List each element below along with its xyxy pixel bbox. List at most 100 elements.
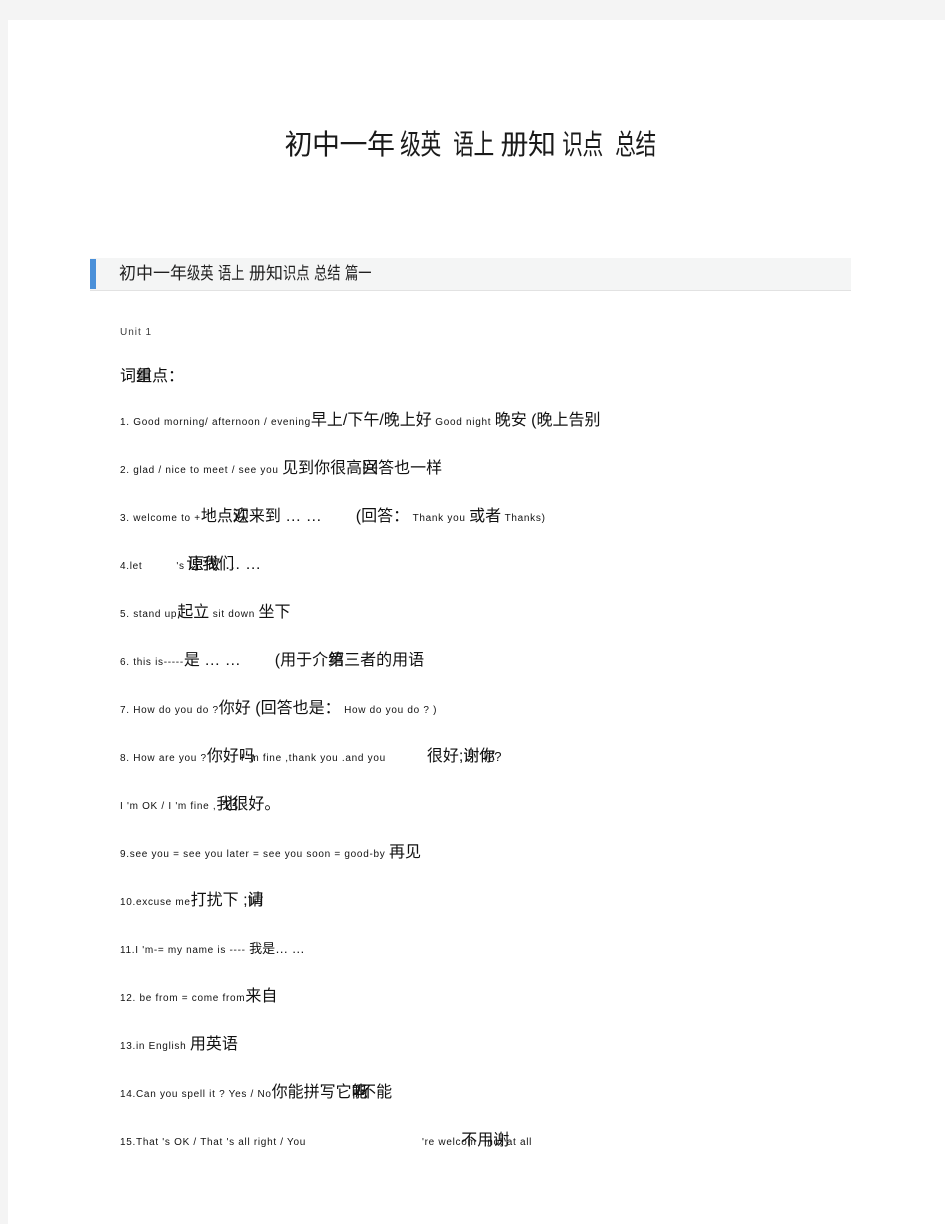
item-number: 13. [120,1041,137,1052]
section-header-band: 初中一年级英 语上 册知识点 总结 篇一 [90,258,851,291]
document-title-overlap-b: 语上 [453,129,495,160]
section-title-tail: 总结 [314,264,341,283]
section-title: 初中一年级英 语上 册知识点 总结 篇一 [119,262,376,286]
section-title-suffix: 篇一 [345,264,372,283]
section-title-overlap-a: 级英 [187,264,214,283]
document-title-tail: 总结 [614,129,656,160]
list-item: 9.see you = see you later = see you soon… [120,844,880,862]
item-chinese-2: 问 [247,892,264,909]
list-item: 12. be from = come from来自 [120,988,880,1006]
item-english-lead: this is----- [133,657,184,668]
section-heading: 词组重点： [120,368,185,385]
list-item: 15.That 's OK / That 's all right / You '… [120,1132,533,1149]
item-number: 3. [120,513,130,524]
item-chinese-3: 呢? [481,749,502,764]
item-chinese-1: 用英语 [189,1036,238,1053]
section-title-overlap-b: 语上 [218,264,245,283]
list-item: 10.excuse me打扰下 ;请问 [120,892,264,909]
item-english-lead: stand up [133,609,178,620]
item-english-mid: 're welc [422,1137,462,1148]
item-number: 1. [120,417,130,428]
item-number: 9. [120,849,130,860]
list-item: 3. welcome to +地点欢迎来到 … … (回答： Thank you … [120,508,546,525]
item-english-mid: How do you do ? ) [344,705,438,716]
item-english-lead: How do you do ? [133,705,219,716]
section-heading-b: 重点： [136,368,185,385]
item-chinese-3: 第三者的用语 [328,652,425,669]
list-item: 5. stand up起立 sit down 坐下 [120,604,880,622]
item-english-lead: see you = see you later = see you soon =… [129,849,386,860]
list-item: 1. Good morning/ afternoon / evening早上/下… [120,412,880,430]
item-chinese-1: 早上/下午/晚上好 [310,412,432,429]
item-chinese-2: 很好。 [232,796,281,813]
document-page: 初中一年 级英 语上 册知 识点 总结 初中一年级英 语上 册知识点 总结 篇一 Unit 1 词… [8,20,945,1224]
item-english-tail: Thanks) [504,513,546,524]
item-english-lead: in English [136,1041,187,1052]
list-item: 8. How are you ?你好吗I 'm fine ,thank you … [120,748,502,765]
item-chinese-1: 打扰下 ; [190,892,248,909]
item-english-mid: sit down [212,609,255,620]
list-item: 13.in English 用英语 [120,1036,880,1054]
section-title-mid: 册知 [249,264,283,283]
item-chinese-1: 再见 [388,844,421,861]
document-title-overlap-c: 识点 [561,129,603,160]
item-english-lead: That 's OK / That 's all right / You [136,1137,307,1148]
list-item: 11.I 'm-= my name is ---- 我是… … [120,942,880,958]
item-chinese-1: 我是… … [249,941,305,956]
item-chinese-2: 做 … … [204,556,262,573]
list-item: 6. this is-----是 … … (用于介绍第三者的用语 [120,652,425,669]
item-english-lead: glad / nice to meet / see you [133,465,279,476]
document-title-overlap-a: 级英 [400,129,442,160]
item-chinese-2: (用于介 [274,652,329,669]
item-chinese-2: 坐下 [258,604,291,621]
item-english-lead: welcome to + [133,513,201,524]
item-chinese-1: 是 … … [183,652,241,669]
item-english-mid: Thank you [412,513,466,524]
item-number: 14. [120,1089,137,1100]
item-english-lead: let [129,561,143,572]
item-english-lead: I 'm OK / I 'm fine , [120,801,217,812]
item-chinese-2: 晚安 (晚上告别 [494,412,601,429]
item-number: 11. [120,945,136,956]
item-english-mid: 's [176,561,185,572]
item-english-lead: be from = come from [139,993,246,1004]
item-english-lead: Can you spell it ? Yes / No [136,1089,272,1100]
item-number: 5. [120,609,130,620]
item-chinese-1: 来自 [245,988,278,1005]
section-title-overlap-c: 识点 [283,264,310,283]
list-item: 4.let's 原让我们做 … … [120,556,262,573]
item-chinese-1: 见 [282,460,299,477]
item-number: 4. [120,561,130,572]
item-english-lead: I 'm-= my name is ---- [135,945,246,956]
item-english-lead: Good morning/ afternoon / evening [133,417,311,428]
document-title-head: 初中一年 [284,129,395,160]
item-english-mid: Good night [435,417,492,428]
document-title-mid: 册知 [500,129,557,160]
section-accent-bar [90,259,96,289]
item-english-lead: excuse me [136,897,191,908]
item-chinese-4: 或者 [469,508,502,525]
item-number: 2. [120,465,130,476]
item-chinese-1: 起立 [177,604,210,621]
list-item: 2. glad / nice to meet / see you 见到你很高兴回… [120,460,443,477]
item-chinese-2: 迎来到 … … [232,508,322,525]
list-item: I 'm OK / I 'm fine ,我也很好。 [120,796,281,813]
item-chinese-1: 地点 [200,508,233,525]
item-chinese-1: 你好 (回答也是： [218,700,341,717]
section-title-head: 初中一年 [119,264,187,283]
item-number: 7. [120,705,130,716]
item-chinese-2: /不能 [355,1084,393,1101]
item-number: 15. [120,1137,137,1148]
item-number: 12. [120,993,137,1004]
section-heading-a: 词 [120,368,137,385]
item-number: 10. [120,897,137,908]
unit-label: Unit 1 [120,327,153,338]
item-number: 8. [120,753,130,764]
item-chinese-3: (回答： [355,508,410,525]
document-title: 初中一年 级英 语上 册知 识点 总结 [8,128,938,162]
list-item: 14.Can you spell it ? Yes / No你能拼写它吗能/不能 [120,1084,393,1101]
list-item: 7. How do you do ?你好 (回答也是： How do you d… [120,700,880,718]
item-number: 6. [120,657,130,668]
item-chinese-2: 回答也一样 [362,460,443,477]
item-english-lead: How are you ? [133,753,207,764]
